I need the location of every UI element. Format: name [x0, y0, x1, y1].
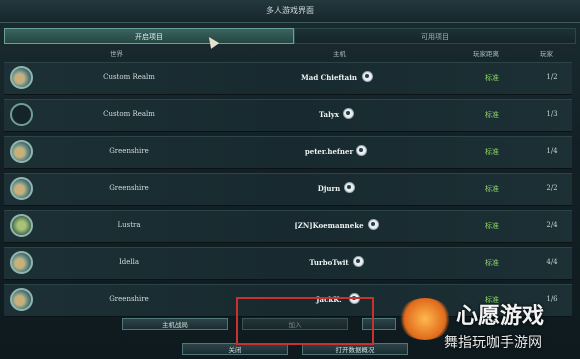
world-name: Greenshire: [109, 295, 149, 303]
game-list: Custom Realm Mad Chieftain 标准 1/2 Custom…: [4, 62, 572, 321]
host-name: peter.hefner: [304, 147, 354, 156]
watermark: 心愿游戏 舞指玩咖手游网: [398, 296, 576, 356]
world-name: Greenshire: [109, 184, 149, 192]
watermark-title: 心愿游戏: [456, 304, 545, 329]
host-profile-icon[interactable]: [343, 108, 354, 119]
tab-bar: 开启项目 可用项目: [4, 28, 576, 44]
game-row[interactable]: Idella TurboTwit 标准 4/4: [4, 247, 572, 280]
column-headers: 世界 主机 玩家距离 玩家: [0, 45, 580, 59]
speed-value: 标准: [485, 111, 499, 119]
speed-value: 标准: [485, 259, 499, 267]
host-game-button[interactable]: 主机战局: [122, 318, 228, 330]
players-count: 1/2: [546, 73, 558, 81]
header-players[interactable]: 玩家: [540, 48, 553, 58]
world-avatar-icon: [10, 140, 33, 163]
window-title: 多人游戏界面: [0, 0, 580, 23]
tab-available-games[interactable]: 可用项目: [294, 28, 576, 44]
speed-value: 标准: [485, 148, 499, 156]
host-name: TurboTwit: [309, 258, 349, 267]
game-row[interactable]: Greenshire Djurn 标准 2/2: [4, 173, 572, 206]
speed-value: 标准: [485, 185, 499, 193]
world-avatar-icon: [10, 288, 33, 311]
watermark-subtitle: 舞指玩咖手游网: [444, 335, 542, 351]
host-profile-icon[interactable]: [368, 219, 379, 230]
host-profile-icon[interactable]: [356, 145, 367, 156]
world-name: Custom Realm: [103, 73, 155, 81]
world-name: Lustra: [117, 221, 141, 229]
game-row[interactable]: Custom Realm Mad Chieftain 标准 1/2: [4, 62, 572, 95]
world-avatar-icon: [10, 103, 33, 126]
game-row[interactable]: Custom Realm Talyx 标准 1/3: [4, 99, 572, 132]
world-avatar-icon: [10, 177, 33, 200]
highlight-annotation: [236, 297, 374, 345]
world-name: Custom Realm: [103, 110, 155, 118]
game-row[interactable]: Greenshire peter.hefner 标准 1/4: [4, 136, 572, 169]
host-profile-icon[interactable]: [362, 71, 373, 82]
players-count: 1/3: [546, 110, 558, 118]
players-count: 2/4: [546, 221, 558, 229]
world-avatar-icon: [10, 251, 33, 274]
speed-value: 标准: [485, 222, 499, 230]
players-count: 2/2: [546, 184, 558, 192]
multiplayer-window: 多人游戏界面 开启项目 可用项目 世界 主机 玩家距离 玩家 Custom Re…: [0, 0, 580, 359]
host-profile-icon[interactable]: [344, 182, 355, 193]
header-speed[interactable]: 玩家距离: [473, 48, 499, 58]
world-avatar-icon: [10, 66, 33, 89]
speed-value: 标准: [485, 74, 499, 82]
header-world[interactable]: 世界: [110, 48, 123, 58]
header-host[interactable]: 主机: [333, 48, 346, 58]
host-name: Djurn: [317, 184, 341, 193]
game-row[interactable]: Lustra [ZN]Koemanneke 标准 2/4: [4, 210, 572, 243]
world-avatar-icon: [10, 214, 33, 237]
host-profile-icon[interactable]: [353, 256, 364, 267]
host-name: Talyx: [319, 110, 339, 119]
players-count: 1/4: [546, 147, 558, 155]
world-name: Greenshire: [109, 147, 149, 155]
world-name: Idella: [118, 258, 140, 266]
players-count: 4/4: [546, 258, 558, 266]
tab-open-games[interactable]: 开启项目: [4, 28, 294, 44]
